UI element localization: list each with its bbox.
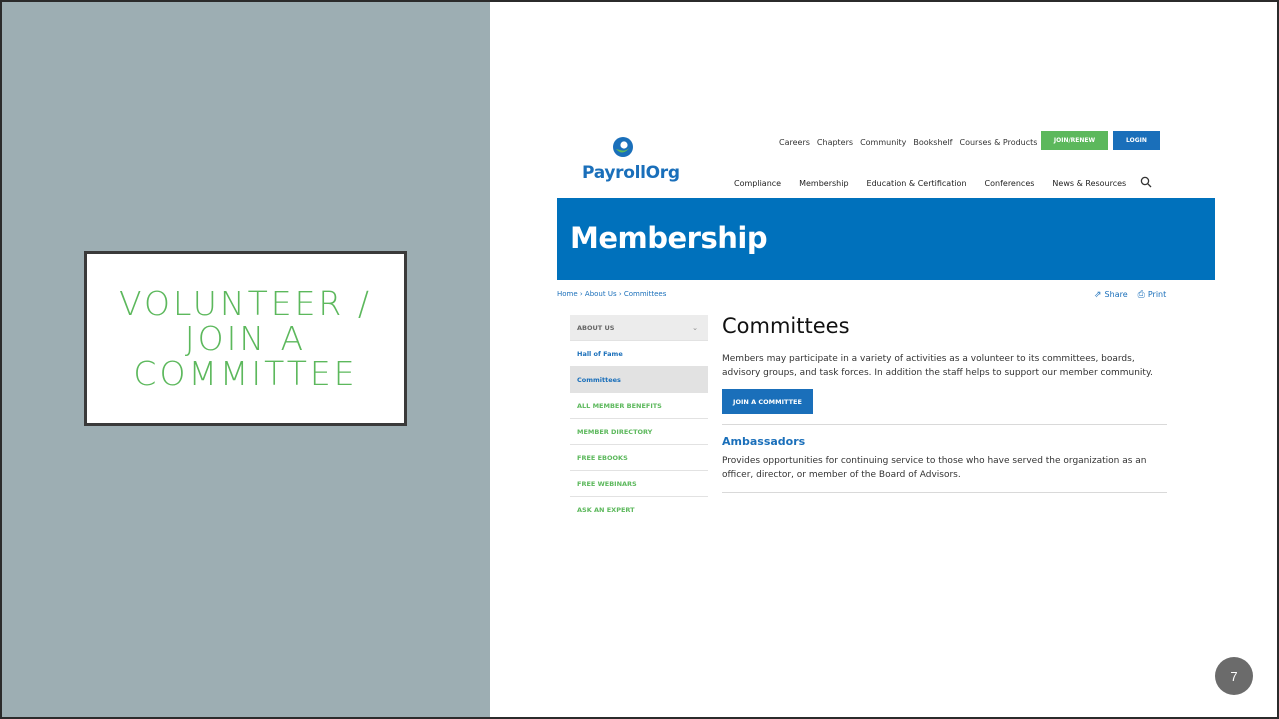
sidebar-item-committees[interactable]: Committees bbox=[570, 367, 708, 393]
nav-link-community[interactable]: Community bbox=[860, 138, 906, 147]
banner-title: Membership bbox=[570, 221, 768, 255]
main-nav-conferences[interactable]: Conferences bbox=[985, 179, 1035, 188]
slide-title-line-3: COMMITTEE bbox=[133, 354, 358, 393]
sidebar-item-free-webinars[interactable]: FREE WEBINARS bbox=[570, 471, 708, 497]
main-nav-education-certification[interactable]: Education & Certification bbox=[867, 179, 967, 188]
sidebar-item-ask-an-expert[interactable]: ASK AN EXPERT bbox=[570, 497, 708, 523]
divider bbox=[722, 492, 1167, 493]
print-label: Print bbox=[1147, 290, 1167, 299]
slide-title-box: VOLUNTEER / JOIN A COMMITTEE bbox=[84, 251, 407, 426]
chevron-down-icon: ⌄ bbox=[692, 323, 698, 332]
nav-link-careers[interactable]: Careers bbox=[779, 138, 810, 147]
login-button[interactable]: LOGIN bbox=[1113, 131, 1160, 150]
page-number-badge: 7 bbox=[1215, 657, 1253, 695]
logo-text: PayrollOrg bbox=[582, 163, 680, 183]
sidebar-item-member-directory[interactable]: MEMBER DIRECTORY bbox=[570, 419, 708, 445]
print-icon: ⎙ bbox=[1137, 290, 1145, 300]
sidebar-header-label: ABOUT US bbox=[577, 323, 615, 332]
share-link[interactable]: ⇗ Share bbox=[1094, 290, 1128, 300]
main-nav: Compliance Membership Education & Certif… bbox=[734, 179, 1126, 188]
nav-link-courses-products[interactable]: Courses & Products bbox=[959, 138, 1037, 147]
section-text-ambassadors: Provides opportunities for continuing se… bbox=[722, 456, 1147, 480]
page-title: Committees bbox=[722, 314, 850, 338]
share-label: Share bbox=[1104, 290, 1128, 299]
website-screenshot: PayrollOrg Careers Chapters Community Bo… bbox=[557, 128, 1215, 520]
main-nav-news-resources[interactable]: News & Resources bbox=[1052, 179, 1126, 188]
site-logo[interactable]: PayrollOrg bbox=[582, 136, 682, 186]
sidebar-header-about-us[interactable]: ABOUT US ⌄ bbox=[570, 315, 708, 341]
logo-mark-icon bbox=[613, 137, 633, 157]
join-renew-button[interactable]: JOIN/RENEW bbox=[1041, 131, 1108, 150]
section-title-ambassadors[interactable]: Ambassadors bbox=[722, 435, 1167, 448]
sidebar-item-all-member-benefits[interactable]: ALL MEMBER BENEFITS bbox=[570, 393, 708, 419]
sidebar-item-free-ebooks[interactable]: FREE EBOOKS bbox=[570, 445, 708, 471]
share-icon: ⇗ bbox=[1094, 290, 1102, 300]
slide-title-line-2: JOIN A bbox=[184, 319, 307, 358]
join-committee-button[interactable]: JOIN A COMMITTEE bbox=[722, 389, 813, 414]
print-link[interactable]: ⎙ Print bbox=[1138, 290, 1167, 300]
intro-text: Members may participate in a variety of … bbox=[722, 354, 1153, 378]
main-nav-compliance[interactable]: Compliance bbox=[734, 179, 781, 188]
search-icon[interactable] bbox=[1140, 176, 1152, 188]
breadcrumb[interactable]: Home › About Us › Committees bbox=[557, 290, 666, 298]
nav-link-bookshelf[interactable]: Bookshelf bbox=[913, 138, 952, 147]
share-print-actions: ⇗ Share ⎙ Print bbox=[1094, 290, 1166, 300]
page-banner: Membership bbox=[557, 198, 1215, 280]
slide-title-line-1: VOLUNTEER / bbox=[119, 284, 372, 323]
main-content: Committees Members may participate in a … bbox=[722, 314, 1167, 493]
divider bbox=[722, 424, 1167, 425]
utility-nav: Careers Chapters Community Bookshelf Cou… bbox=[779, 138, 1037, 147]
nav-link-chapters[interactable]: Chapters bbox=[817, 138, 853, 147]
sidebar-item-hall-of-fame[interactable]: Hall of Fame bbox=[570, 341, 708, 367]
main-nav-membership[interactable]: Membership bbox=[799, 179, 848, 188]
sidebar-nav: ABOUT US ⌄ Hall of Fame Committees ALL M… bbox=[570, 315, 708, 523]
